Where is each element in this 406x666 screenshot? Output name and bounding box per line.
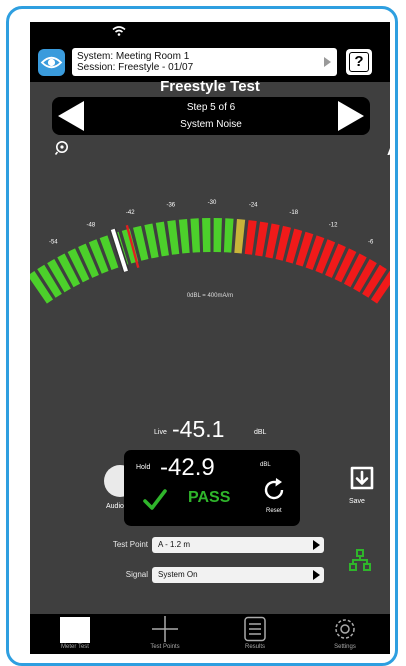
hold-readout-panel: Hold -42.9 dBL PASS Reset bbox=[124, 450, 300, 526]
meter-scale-label: -48 bbox=[87, 222, 96, 228]
meter-scale-label: -24 bbox=[249, 203, 258, 209]
reset-label: Reset bbox=[266, 508, 282, 514]
hold-unit: dBL bbox=[260, 462, 271, 468]
meter-scale-label: -30 bbox=[208, 200, 217, 206]
hold-label: Hold bbox=[136, 464, 151, 471]
meter-segment bbox=[213, 218, 222, 253]
tab-bar: Meter Test Test Points Results Settings bbox=[30, 614, 390, 654]
tab-label: Test Points bbox=[150, 644, 180, 650]
audio-label: Audio bbox=[106, 503, 124, 510]
meter-scale-label: -36 bbox=[166, 203, 175, 209]
live-value: -45.1 bbox=[172, 416, 225, 442]
meter-segment bbox=[234, 218, 246, 254]
tab-label: Results bbox=[244, 644, 265, 650]
test-point-select[interactable]: A - 1.2 m bbox=[152, 537, 324, 553]
live-unit: dBL bbox=[254, 429, 267, 436]
hold-value: -42.9 bbox=[160, 454, 215, 481]
tab-label: Settings bbox=[334, 644, 356, 650]
meter-segment bbox=[178, 218, 190, 254]
result-status: PASS bbox=[188, 489, 231, 506]
tab-label: Meter Test bbox=[61, 644, 89, 650]
meter-segment bbox=[244, 220, 257, 255]
save-icon[interactable] bbox=[348, 464, 376, 494]
tab-meter-test[interactable]: Meter Test bbox=[30, 614, 120, 654]
meter-segment bbox=[190, 218, 201, 253]
level-meter: -60-54-48-42-36-30-24-18-12-60 0dBL = 40… bbox=[30, 200, 390, 304]
save-label: Save bbox=[349, 498, 365, 505]
checkmark-icon bbox=[143, 489, 167, 510]
play-arrow-icon bbox=[313, 540, 320, 550]
meter-reference: 0dBL = 400mA/m bbox=[187, 293, 233, 299]
meter-scale-label: -18 bbox=[289, 210, 298, 216]
signal-label: Signal bbox=[125, 570, 148, 579]
live-label: Live bbox=[154, 429, 167, 436]
meter-segments bbox=[30, 218, 390, 304]
meter-segment bbox=[202, 218, 211, 253]
test-point-value: A - 1.2 m bbox=[158, 540, 191, 549]
meter-scale-label: -12 bbox=[329, 222, 338, 228]
meter-scale-label: -54 bbox=[49, 240, 58, 246]
crosshair-icon bbox=[152, 616, 178, 642]
network-icon[interactable] bbox=[348, 548, 372, 572]
signal-value: System On bbox=[158, 570, 198, 579]
play-arrow-icon bbox=[313, 570, 320, 580]
meter-segment bbox=[155, 221, 169, 257]
tab-settings[interactable]: Settings bbox=[300, 614, 390, 654]
list-icon bbox=[244, 616, 266, 642]
app-screen: System: Meeting Room 1 Session: Freestyl… bbox=[30, 22, 390, 654]
test-point-label: Test Point bbox=[112, 540, 148, 549]
tab-test-points[interactable]: Test Points bbox=[120, 614, 210, 654]
square-icon bbox=[60, 617, 90, 643]
reset-icon[interactable] bbox=[260, 476, 288, 504]
meter-segment bbox=[223, 218, 234, 253]
meter-segment bbox=[167, 220, 180, 255]
meter-scale-label: -6 bbox=[368, 240, 374, 246]
meter-scale-label: -42 bbox=[126, 210, 135, 216]
signal-select[interactable]: System On bbox=[152, 567, 324, 583]
tab-results[interactable]: Results bbox=[210, 614, 300, 654]
meter-segment bbox=[255, 221, 269, 257]
gear-icon bbox=[335, 619, 355, 639]
